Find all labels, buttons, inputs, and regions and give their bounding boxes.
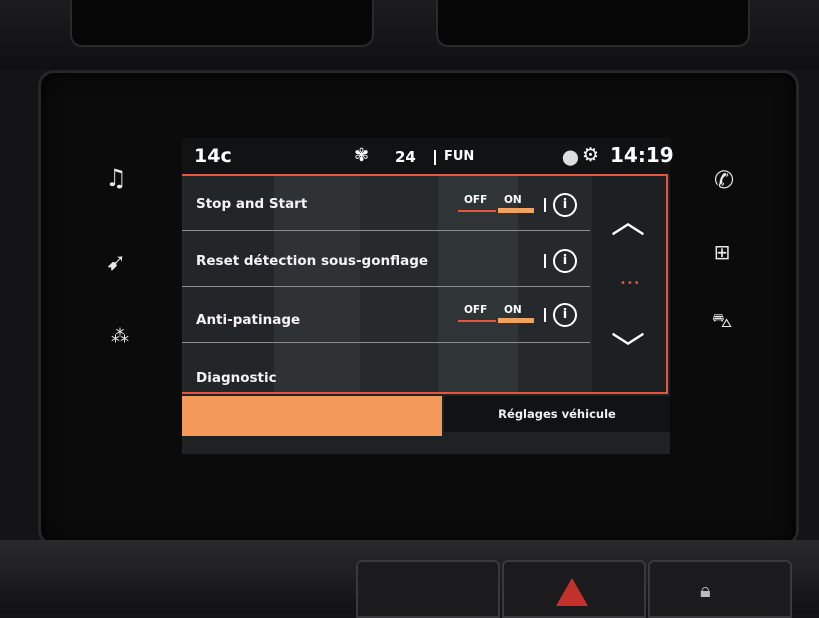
divider (544, 198, 546, 212)
climate-mode: FUN (444, 149, 475, 164)
settings-list: Stop and Start OFF ON i Reset détection … (182, 174, 668, 394)
toggle-off-indicator (458, 210, 496, 212)
scroll-position-indicator: ••• (620, 278, 641, 289)
status-separator (434, 150, 436, 165)
toggle-off-label: OFF (464, 194, 488, 206)
lock-button[interactable] (648, 560, 792, 618)
list-item-stop-and-start[interactable]: Stop and Start OFF ON i (182, 176, 590, 231)
tab-active[interactable] (182, 396, 442, 436)
location-icon: ⬤ (562, 148, 579, 166)
clock: 14:19 (610, 143, 674, 167)
toggle-on-label: ON (504, 194, 522, 206)
car-icon[interactable]: ⛍ (702, 308, 742, 335)
fan-icon[interactable]: ✾ (354, 145, 369, 166)
air-vents (0, 0, 819, 70)
toggle-on-label: ON (504, 304, 522, 316)
stop-start-toggle[interactable]: OFF ON (458, 194, 534, 214)
fan-level: 24 (395, 148, 416, 166)
toggle-off-label: OFF (464, 304, 488, 316)
list-item-label: Stop and Start (196, 196, 308, 212)
divider (544, 254, 546, 268)
anti-patinage-toggle[interactable]: OFF ON (458, 304, 534, 324)
apps-icon[interactable]: ⁂ (100, 326, 140, 347)
navigation-icon[interactable]: ➹ (96, 248, 136, 276)
info-icon[interactable]: i (553, 249, 577, 273)
scroll-controls: ︿ ••• ﹀ (592, 176, 666, 392)
vent-left (70, 0, 374, 47)
vent-right (436, 0, 750, 47)
tab-reglages-vehicule[interactable]: Réglages véhicule (444, 396, 670, 432)
list-item-label: Anti-patinage (196, 312, 301, 328)
lock-icon: 🔒︎ (700, 578, 711, 602)
list-item-anti-patinage[interactable]: Anti-patinage OFF ON i (182, 288, 590, 343)
toggle-on-indicator (498, 318, 534, 323)
toggle-on-indicator (498, 208, 534, 213)
info-icon[interactable]: i (553, 303, 577, 327)
infotainment-screen: 14c ✾ 24 FUN ⬤ ⚙ 14:19 Stop and Start OF… (182, 138, 674, 454)
status-bar: 14c ✾ 24 FUN ⬤ ⚙ 14:19 (182, 138, 674, 174)
music-icon[interactable]: ♫ (96, 164, 136, 192)
list-item-diagnostic[interactable]: Diagnostic (182, 344, 590, 392)
info-icon[interactable]: i (553, 193, 577, 217)
outside-temperature: 14c (194, 145, 232, 167)
settings-gear-icon[interactable]: ⚙ (582, 144, 599, 166)
phone-icon[interactable]: ✆ (704, 166, 744, 194)
hardware-button-1[interactable] (356, 560, 500, 618)
list-item-label: Reset détection sous-gonflage (196, 253, 429, 269)
list-item-label: Diagnostic (196, 370, 277, 386)
grid-icon[interactable]: ⊞ (702, 240, 742, 264)
list-item-reset-detection[interactable]: Reset détection sous-gonflage i (182, 232, 590, 287)
toggle-off-indicator (458, 320, 496, 322)
hazard-icon (556, 578, 588, 606)
divider (544, 308, 546, 322)
scroll-down-icon[interactable]: ﹀ (608, 322, 648, 371)
scroll-up-icon[interactable]: ︿ (608, 194, 648, 243)
